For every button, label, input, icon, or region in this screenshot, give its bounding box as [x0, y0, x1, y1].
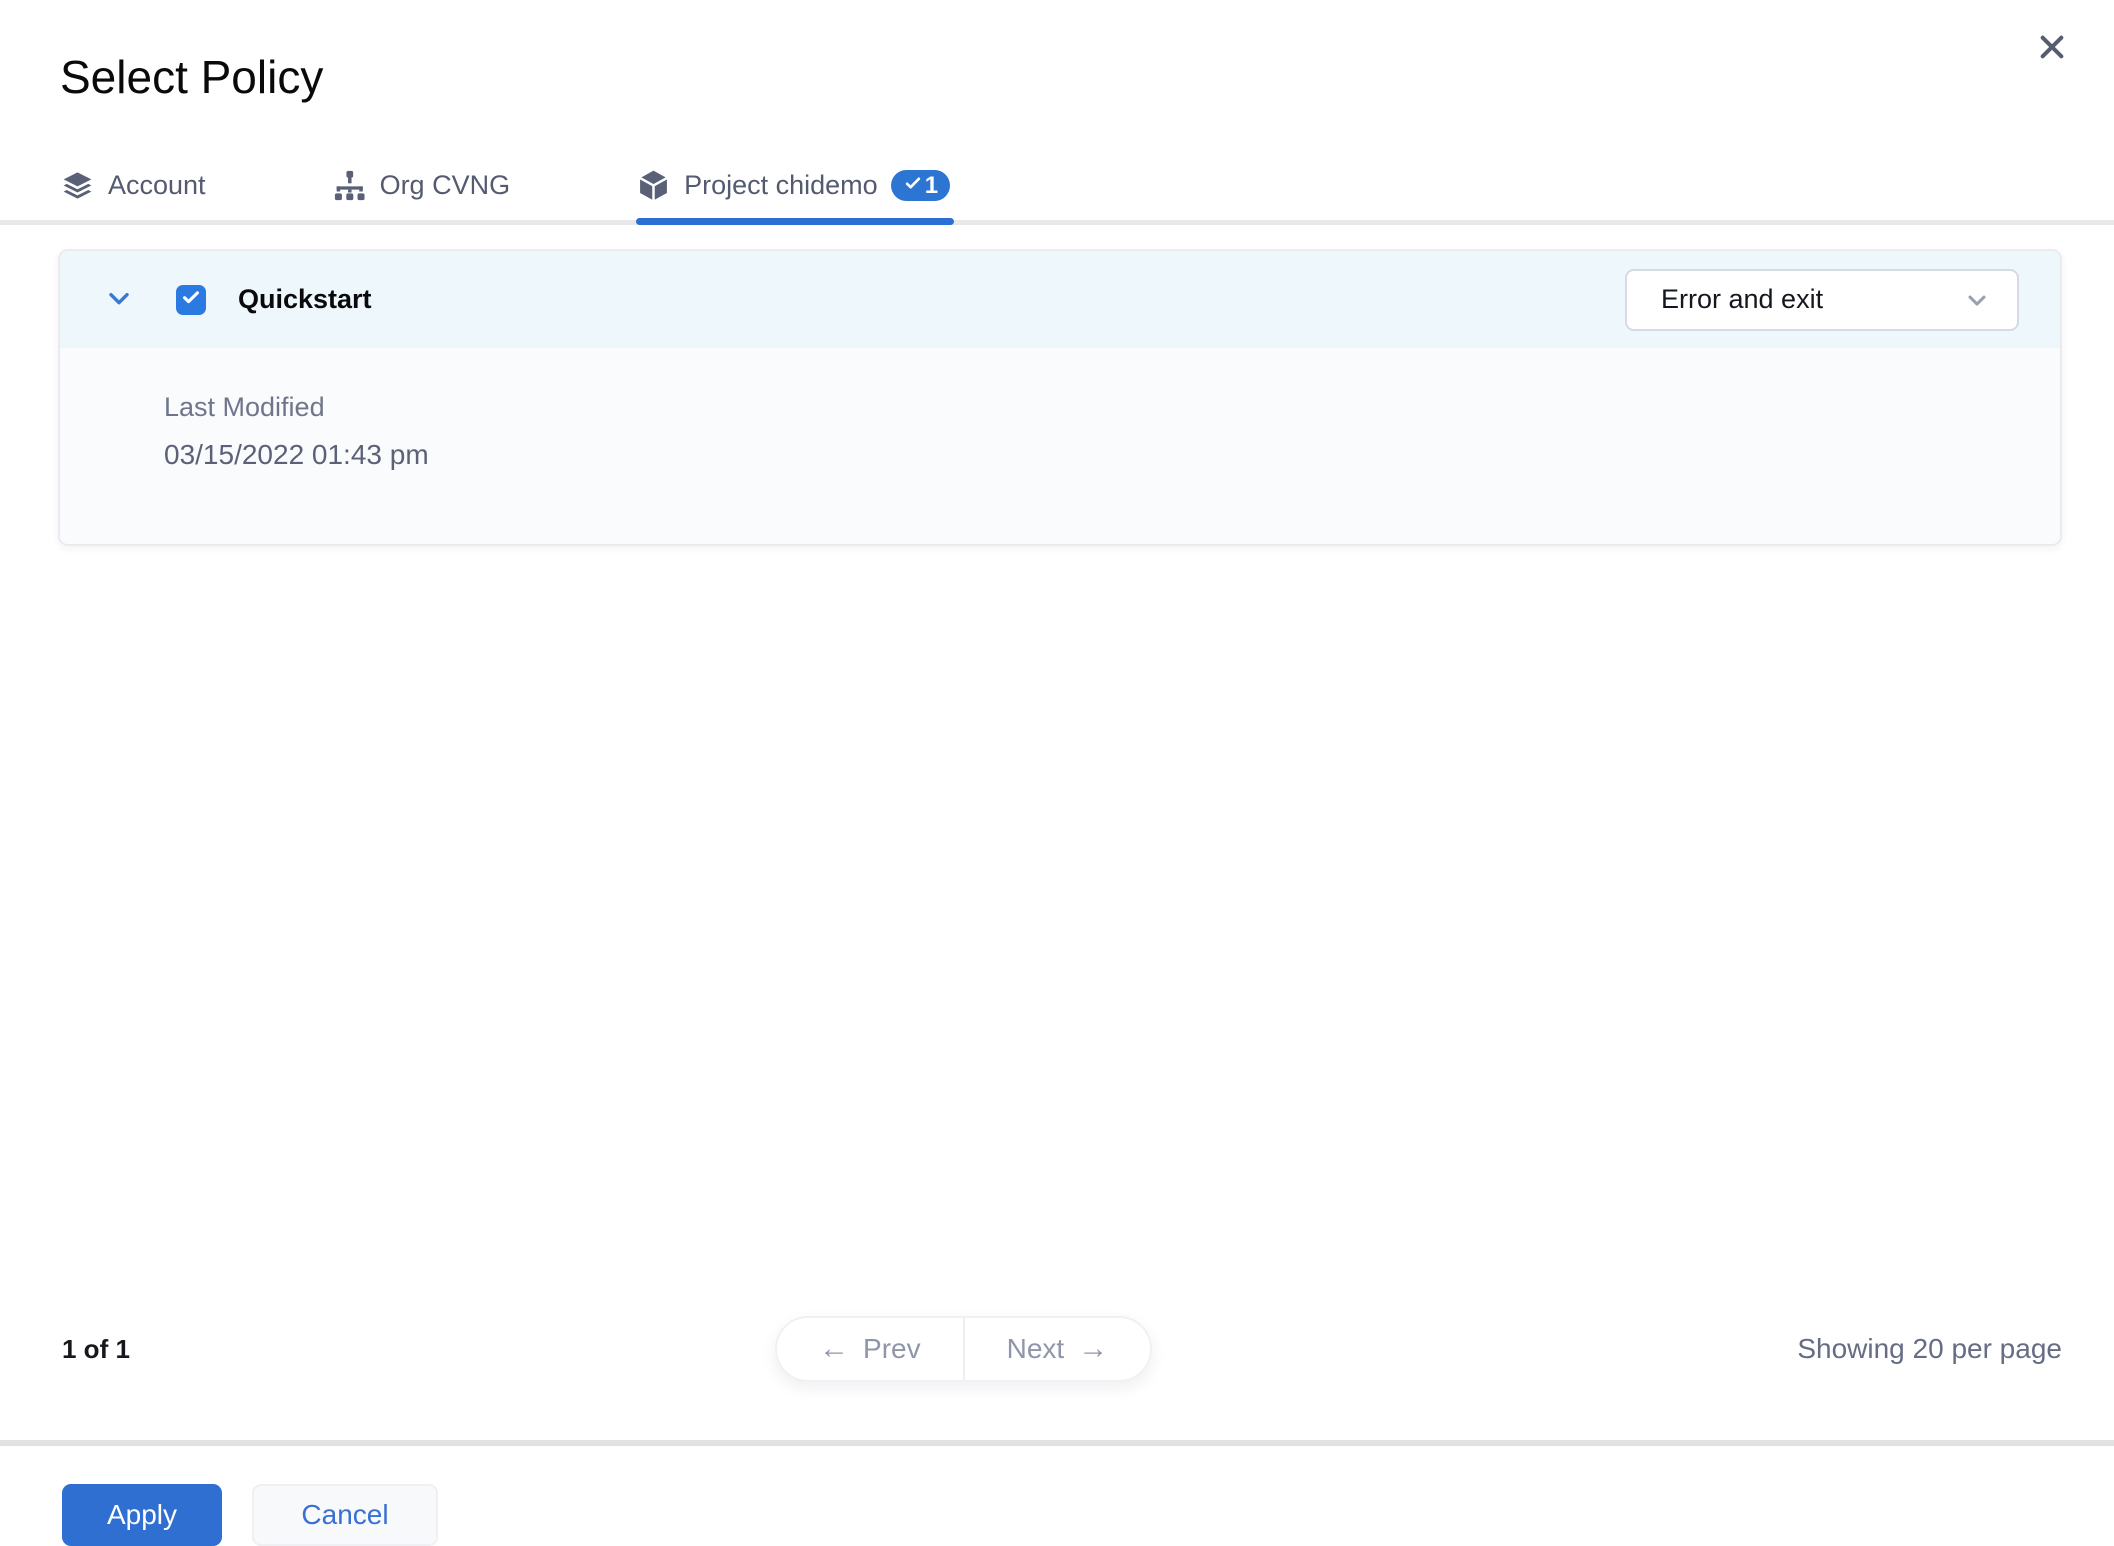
check-icon — [180, 286, 202, 313]
apply-button[interactable]: Apply — [62, 1484, 222, 1546]
next-page-button[interactable]: Next → — [962, 1318, 1151, 1380]
cancel-button[interactable]: Cancel — [252, 1484, 438, 1546]
check-icon — [903, 172, 923, 200]
tab-project-chidemo[interactable]: Project chidemo 1 — [636, 168, 954, 225]
selected-count-badge: 1 — [890, 170, 951, 201]
policy-row-details: Last Modified 03/15/2022 01:43 pm — [60, 348, 2060, 544]
next-label: Next — [1006, 1333, 1065, 1364]
chevron-down-icon — [1963, 286, 1991, 314]
per-page-indicator: Showing 20 per page — [1797, 1333, 2062, 1364]
policy-action-select[interactable]: Error and exit — [1625, 268, 2019, 331]
last-modified-value: 03/15/2022 01:43 pm — [164, 439, 429, 470]
select-policy-modal: Select Policy Account Org CVNG Project c… — [0, 0, 2114, 1546]
policy-action-value: Error and exit — [1661, 284, 1824, 314]
page-indicator: 1 of 1 — [62, 1333, 130, 1364]
policy-card: Quickstart Error and exit Last Modified … — [58, 249, 2062, 546]
tab-org-cvng[interactable]: Org CVNG — [332, 168, 511, 220]
arrow-right-icon: → — [1078, 1332, 1109, 1365]
last-modified-label: Last Modified — [164, 392, 325, 422]
policy-checkbox[interactable] — [176, 284, 206, 315]
tab-account-label: Account — [108, 170, 206, 200]
scope-tabs: Account Org CVNG Project chidemo 1 — [0, 168, 2114, 225]
collapse-row-button[interactable] — [102, 283, 136, 317]
close-icon — [2036, 31, 2068, 66]
footer-actions: Apply Cancel — [0, 1446, 2114, 1546]
tab-org-cvng-label: Org CVNG — [379, 170, 511, 200]
prev-page-button[interactable]: ← Prev — [777, 1318, 963, 1380]
prev-label: Prev — [863, 1333, 921, 1364]
close-button[interactable] — [2030, 26, 2074, 70]
modal-title: Select Policy — [60, 51, 324, 103]
tab-account[interactable]: Account — [60, 168, 206, 220]
org-hierarchy-icon — [332, 168, 367, 203]
layers-icon — [60, 168, 95, 203]
chevron-down-icon — [103, 282, 135, 317]
selected-count: 1 — [924, 171, 939, 199]
arrow-left-icon: ← — [819, 1332, 850, 1365]
cube-icon — [636, 168, 671, 203]
pagination-bar: 1 of 1 ← Prev Next → Showing 20 per page — [0, 1314, 2114, 1384]
policy-name: Quickstart — [238, 284, 372, 314]
tab-project-chidemo-label: Project chidemo — [684, 170, 878, 200]
pager: ← Prev Next → — [775, 1316, 1153, 1382]
policy-row: Quickstart Error and exit — [60, 251, 2060, 348]
